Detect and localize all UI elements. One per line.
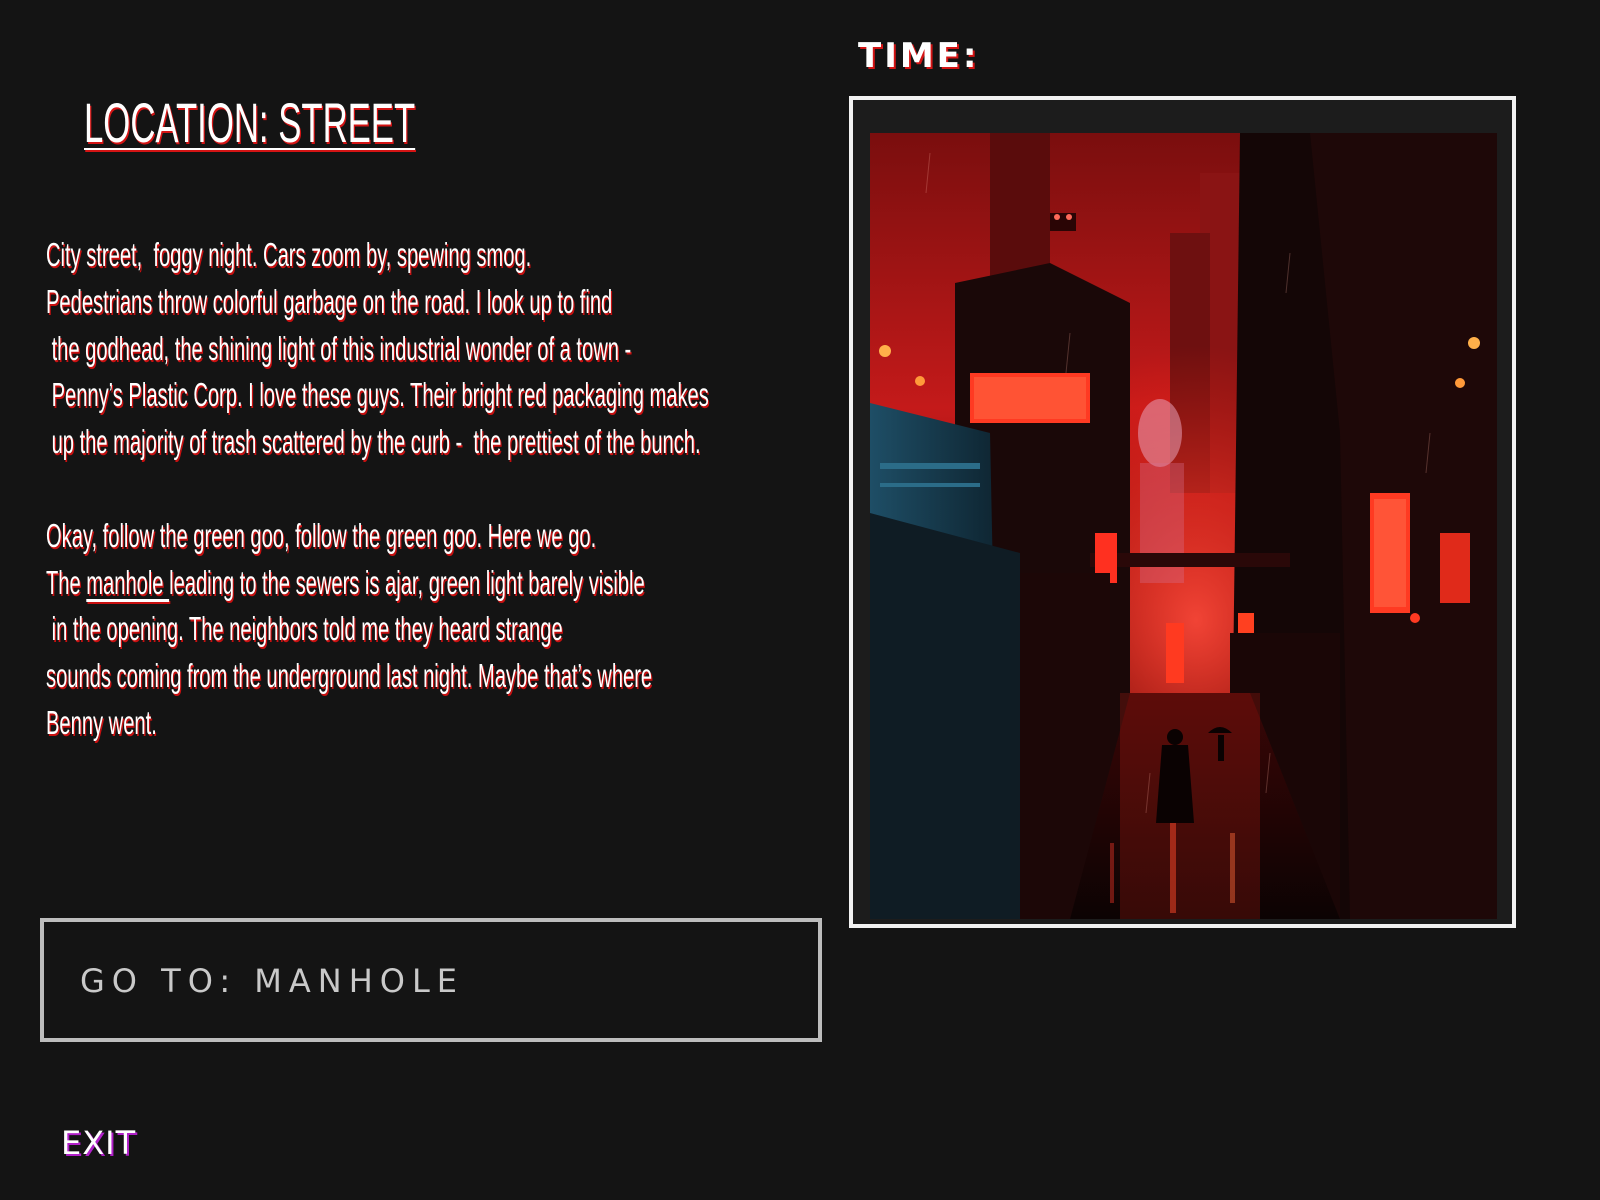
manhole-link[interactable]: manhole — [86, 564, 169, 601]
narrative-line-with-link: The manhole leading to the sewers is aja… — [46, 560, 839, 607]
location-title: LOCATION: STREET — [84, 91, 416, 154]
goto-label: GO TO: MANHOLE — [80, 962, 465, 1000]
narrative-line: the godhead, the shining light of this i… — [46, 329, 632, 367]
narrative-line: in the opening. The neighbors told me th… — [46, 610, 563, 648]
narrative-line: Okay, follow the green goo, follow the g… — [46, 516, 597, 554]
narrative-line: Pedestrians throw colorful garbage on th… — [46, 282, 613, 320]
time-display: TIME: — [858, 36, 990, 76]
narrative-text-fragment: leading to the sewers is ajar, green lig… — [169, 563, 645, 601]
narrative-line: up the majority of trash scattered by th… — [46, 423, 701, 461]
scene-image — [870, 133, 1497, 919]
time-label: TIME: — [858, 36, 980, 76]
city-street-illustration — [870, 133, 1497, 919]
goto-manhole-button[interactable]: GO TO: MANHOLE — [40, 918, 822, 1042]
exit-button[interactable]: EXIT — [61, 1124, 136, 1162]
narrative-line: Benny went. — [46, 703, 157, 741]
narrative-text: City street, foggy night. Cars zoom by, … — [46, 232, 839, 747]
narrative-line: City street, foggy night. Cars zoom by, … — [46, 236, 532, 273]
scene-image-frame — [849, 96, 1516, 928]
narrative-line: Penny’s Plastic Corp. I love these guys.… — [46, 376, 709, 414]
narrative-text-fragment: The — [46, 563, 87, 601]
narrative-line: sounds coming from the underground last … — [46, 657, 653, 695]
